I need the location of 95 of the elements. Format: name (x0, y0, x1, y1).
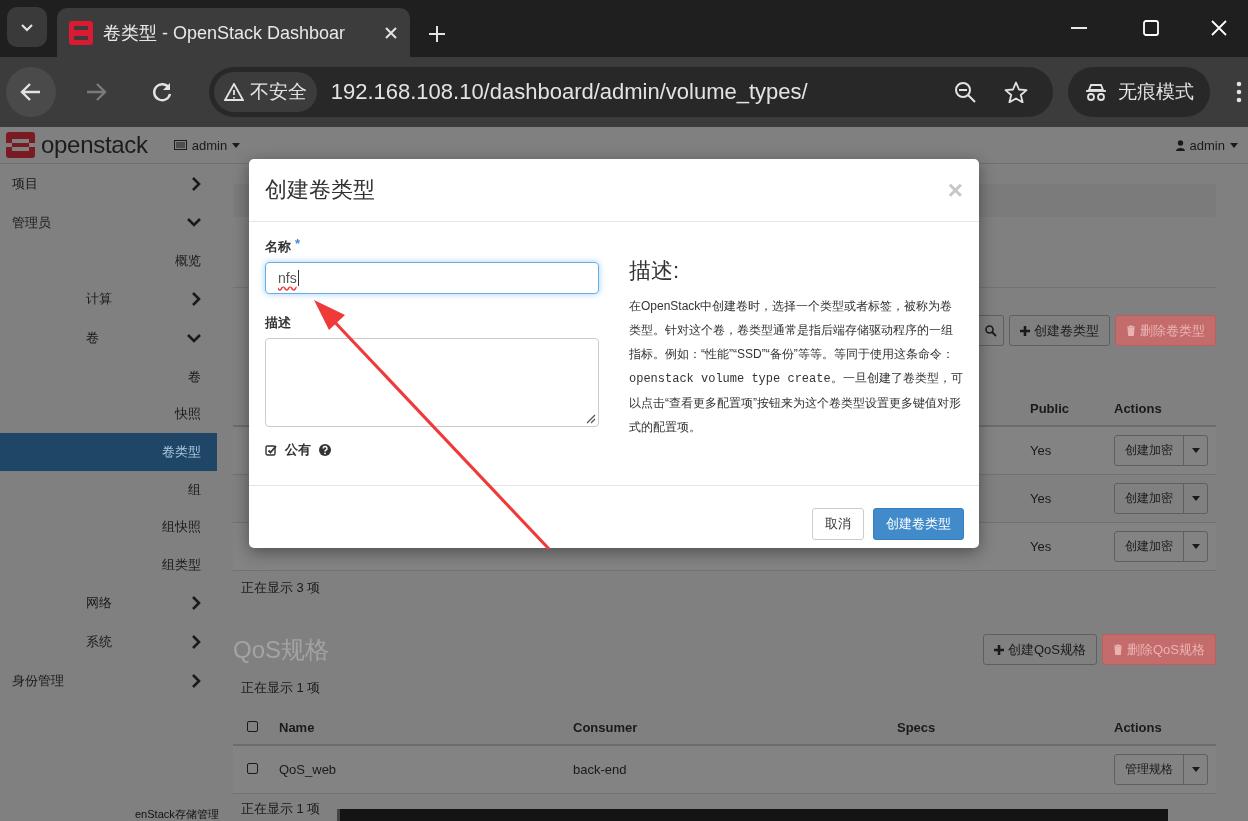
plus-icon (993, 644, 1004, 655)
sidebar-item[interactable]: 快照 (0, 395, 217, 434)
sidebar-item[interactable]: 组类型 (0, 546, 217, 584)
sidebar-item[interactable]: 卷类型 (0, 433, 217, 471)
column-header: Actions (1114, 719, 1163, 735)
user-icon (1175, 139, 1185, 151)
sidebar-item[interactable]: 组快照 (0, 508, 217, 547)
project-dropdown[interactable]: admin (173, 137, 241, 153)
column-header: Public (1030, 400, 1070, 416)
sidebar-group[interactable]: 卷 (0, 318, 217, 358)
create-button[interactable]: 创建QoS规格 (982, 634, 1097, 665)
sidebar-group[interactable]: 身份管理 (0, 661, 217, 701)
dialog-title: 创建卷类型 (265, 176, 375, 204)
chevron-right-icon (192, 292, 201, 307)
more-menu-icon[interactable] (1236, 81, 1242, 103)
field-label: 描述 (265, 314, 291, 332)
forward-arrow-icon (85, 82, 108, 102)
plus-icon (1020, 325, 1030, 336)
sidebar-group[interactable]: 管理员 (0, 203, 217, 242)
sidebar-group[interactable]: 计算 (0, 279, 217, 319)
logo-icon (6, 132, 35, 158)
address-bar[interactable]: 不安全 192.168.108.10/dashboard/admin/volume_types/ (208, 67, 1054, 117)
sidebar-item[interactable]: 概览 (0, 242, 217, 280)
help-text: 在OpenStack中创建卷时，选择一个类型或者标签，被称为卷类型。针对这个卷，卷类型通常是指后端存储驱动程序的一组指标。例如：“性能”“SSD”“备份”等等。等同于使用这条命令： openstack volume type create。一旦创建了卷类型，可以点击“查看更多配置项”按钮来为这个卷类型设置更多键值对形式的配置项。 (629, 298, 963, 436)
caret-icon (232, 142, 241, 148)
incognito-icon (1084, 82, 1109, 102)
submit-button[interactable]: 创建卷类型 (873, 508, 964, 540)
monitor-icon (173, 140, 187, 150)
description-field[interactable] (265, 338, 599, 427)
column-header: Actions (1114, 400, 1163, 416)
trash-icon (1126, 325, 1136, 336)
cancel-button[interactable]: 取消 (812, 508, 864, 540)
star-icon[interactable] (1004, 81, 1029, 103)
action-split-button[interactable]: 创建加密 (1114, 435, 1208, 466)
url-text: 192.168.108.10/dashboard/admin/volume_types/ (330, 79, 809, 105)
sidebar-group[interactable]: 项目 (0, 164, 217, 203)
column-header: Specs (897, 719, 937, 735)
help-icon[interactable] (319, 444, 331, 456)
chevron-right-icon (192, 176, 201, 191)
maximize-icon[interactable] (1142, 18, 1160, 38)
row-checkbox[interactable] (247, 763, 258, 774)
chevron-right-icon (192, 635, 201, 650)
table-cell-text: Yes (1030, 539, 1053, 554)
table-cell-text: back-end (573, 762, 628, 777)
checkbox-label: 公有 (285, 441, 311, 459)
caret-icon (1191, 544, 1200, 549)
resize-handle-icon (586, 414, 596, 424)
close-icon[interactable] (1210, 18, 1228, 38)
logo-text: openstack (41, 131, 148, 159)
new-tab-icon[interactable] (428, 25, 446, 43)
item-count: 正在显示 3 项 (241, 579, 321, 597)
sidebar-group[interactable]: 系统 (0, 622, 217, 662)
field-label: 名称 (265, 238, 291, 256)
zoom-out-icon[interactable] (954, 81, 977, 103)
chevron-down-icon (187, 218, 201, 227)
trash-icon (1113, 644, 1123, 655)
warning-icon (223, 83, 244, 101)
create-button[interactable]: 创建卷类型 (1009, 315, 1110, 346)
table-cell-text: QoS_web (279, 762, 338, 777)
security-chip[interactable]: 不安全 (213, 72, 317, 112)
column-header: Consumer (573, 719, 639, 735)
incognito-button[interactable]: 无痕模式 (1068, 67, 1211, 117)
item-count: 正在显示 1 项 (241, 800, 321, 818)
search-icon (984, 324, 997, 337)
user-dropdown[interactable]: admin (1175, 137, 1238, 153)
caret-icon (1191, 448, 1200, 453)
cloud-logo-icon (69, 20, 93, 45)
caret-icon (1230, 142, 1238, 148)
help-heading: 描述: (629, 257, 681, 285)
public-checkbox[interactable] (265, 444, 277, 456)
sidebar-group[interactable]: 网络 (0, 583, 217, 623)
action-split-button[interactable]: 创建加密 (1114, 483, 1208, 514)
column-header: Name (279, 719, 316, 735)
caret-icon (1191, 767, 1200, 772)
item-count: 正在显示 1 项 (241, 679, 321, 697)
caret-icon (1191, 496, 1200, 501)
action-split-button[interactable]: 管理规格 (1114, 754, 1208, 785)
sidebar-item[interactable]: 组 (0, 470, 217, 509)
table-cell-text: Yes (1030, 491, 1053, 506)
table-cell-text: Yes (1030, 443, 1053, 458)
chevron-down-icon (187, 333, 201, 343)
select-all-checkbox[interactable] (247, 720, 258, 732)
close-icon[interactable] (384, 25, 398, 40)
action-split-button[interactable]: 创建加密 (1114, 531, 1208, 562)
chevron-right-icon (192, 674, 201, 689)
back-button[interactable] (6, 67, 56, 117)
name-field[interactable]: nfs (265, 262, 599, 294)
browser-tab[interactable]: 卷类型 - OpenStack Dashboar (57, 8, 410, 57)
reload-icon (150, 81, 173, 103)
sidebar-item[interactable]: 卷 (0, 357, 217, 396)
back-arrow-icon (19, 82, 42, 102)
chevron-down-icon (20, 22, 34, 32)
partial-text: enStack存储管理 (135, 808, 219, 821)
chevron-right-icon (192, 596, 201, 611)
required-mark: * (295, 236, 301, 251)
